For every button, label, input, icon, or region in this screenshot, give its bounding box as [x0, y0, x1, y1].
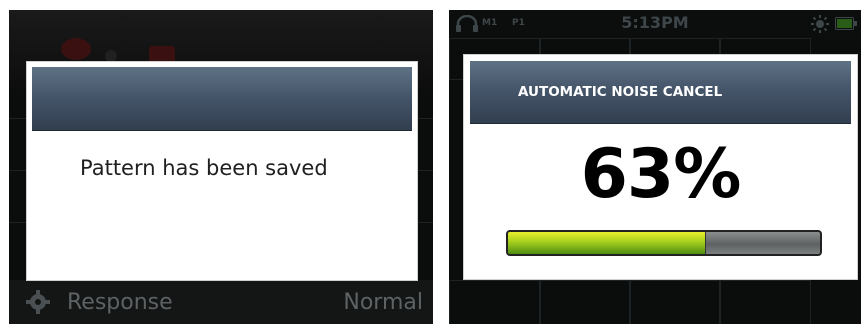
- saved-message: Pattern has been saved: [80, 156, 328, 180]
- background-grid-cell: [629, 280, 721, 324]
- response-value: Normal: [343, 289, 423, 315]
- dialog-titlebar: [32, 67, 412, 131]
- background-grid-cell: [719, 280, 811, 324]
- noise-cancel-level-bar[interactable]: [506, 230, 822, 256]
- level-bar-fill: [508, 232, 706, 254]
- dialog-titlebar: AUTOMATIC NOISE CANCEL: [470, 61, 851, 124]
- dialog-title: AUTOMATIC NOISE CANCEL: [518, 84, 723, 100]
- noise-cancel-percent: 63%: [580, 135, 742, 214]
- gear-icon: [26, 290, 50, 314]
- saved-dialog: Pattern has been saved: [26, 61, 418, 281]
- response-label: Response: [67, 289, 173, 315]
- noise-cancel-dialog: AUTOMATIC NOISE CANCEL 63%: [463, 54, 858, 280]
- background-grid-cell: [449, 280, 541, 324]
- background-response-row[interactable]: Response Normal: [9, 280, 433, 324]
- background-grid-cell: [539, 280, 631, 324]
- left-device-screen: Response Normal Pattern has been saved: [9, 10, 433, 324]
- background-icon-a: [61, 38, 91, 60]
- battery-icon: [835, 17, 857, 30]
- brightness-icon: [811, 15, 829, 33]
- right-device-screen: M1 P1 5:13PM AUTOMATIC NOISE CANCEL 63%: [449, 10, 861, 324]
- status-bar: M1 P1 5:13PM: [449, 10, 861, 38]
- clock: 5:13PM: [621, 13, 689, 32]
